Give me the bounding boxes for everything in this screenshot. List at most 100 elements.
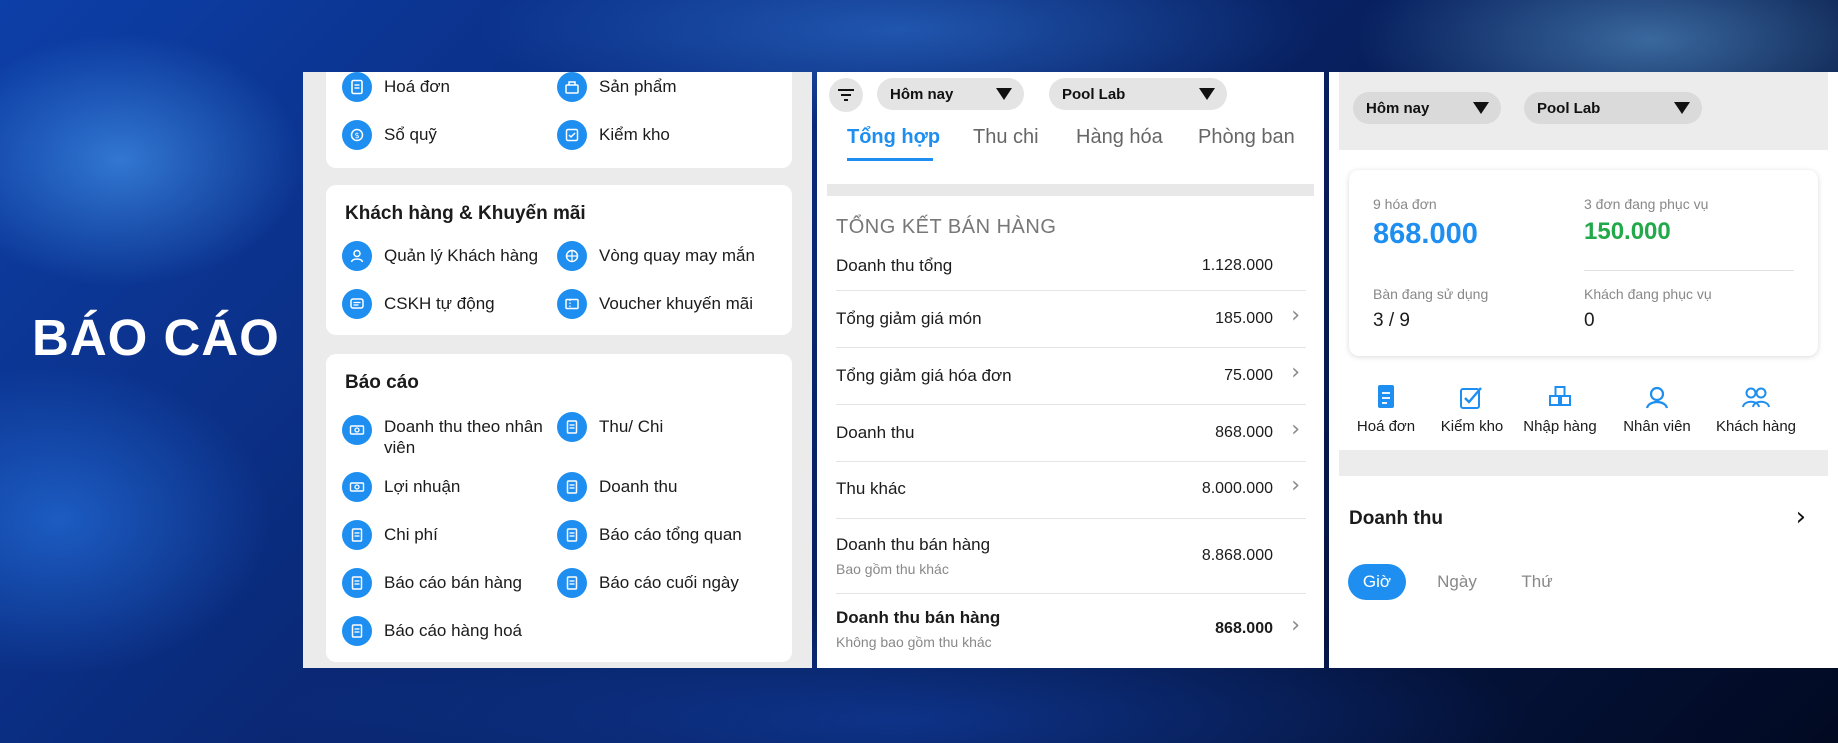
menu-item-sales-report[interactable]: Báo cáo bán hàng xyxy=(342,568,556,598)
summary-row-sales-revenue-excl[interactable]: Doanh thu bán hàng Không bao gồm thu khá… xyxy=(836,594,1306,668)
quick-action-label: Hoá đơn xyxy=(1356,418,1416,435)
menu-panel: Hoá đơn Sản phẩm $ Sổ quỹ Kiểm kho Khách… xyxy=(303,72,812,668)
menu-item-label: Voucher khuyến mãi xyxy=(599,294,754,313)
store-dropdown-value: Pool Lab xyxy=(1537,99,1601,117)
tab-department[interactable]: Phòng ban xyxy=(1198,126,1295,149)
store-dropdown-value: Pool Lab xyxy=(1062,85,1126,103)
quick-action-invoice[interactable]: Hoá đơn xyxy=(1341,382,1431,435)
segment-weekday[interactable]: Thứ xyxy=(1507,564,1567,600)
chevron-right-icon[interactable]: › xyxy=(1796,502,1806,532)
section-title: Khách hàng & Khuyến mãi xyxy=(345,203,586,224)
quick-action-customer[interactable]: Khách hàng xyxy=(1711,382,1801,435)
store-dropdown[interactable]: Pool Lab xyxy=(1049,78,1227,110)
quick-action-staff[interactable]: Nhân viên xyxy=(1612,382,1702,435)
dashboard-panel: Hôm nay Pool Lab 9 hóa đơn 868.000 3 đơn… xyxy=(1329,72,1838,668)
document-icon xyxy=(342,616,372,646)
row-value: 868.000 xyxy=(1215,424,1273,441)
voucher-icon xyxy=(557,289,587,319)
menu-item-label: Chi phí xyxy=(384,525,438,544)
revenue-section-title: Doanh thu xyxy=(1349,508,1443,529)
summary-row-item-discount[interactable]: Tổng giảm giá món 185.000 › xyxy=(836,291,1306,348)
row-value: 8.000.000 xyxy=(1201,480,1273,497)
report-card: Báo cáo Doanh thu theo nhân viên Thu/ Ch… xyxy=(326,354,792,662)
menu-item-inventory-check[interactable]: Kiểm kho xyxy=(557,120,771,150)
row-value: 75.000 xyxy=(1224,367,1273,384)
stats-divider xyxy=(1584,270,1794,271)
inventory-check-icon xyxy=(1457,382,1487,412)
staff-icon xyxy=(1642,382,1672,412)
menu-item-label: Lợi nhuận xyxy=(384,477,461,496)
menu-item-label: CSKH tự động xyxy=(384,294,495,313)
section-divider xyxy=(827,184,1314,196)
row-value: 8.868.000 xyxy=(1201,547,1273,564)
menu-item-auto-care[interactable]: CSKH tự động xyxy=(342,289,556,319)
tab-income-expense[interactable]: Thu chi xyxy=(973,126,1039,149)
menu-item-label: Doanh thu theo nhân viên xyxy=(384,417,543,457)
menu-item-label: Thu/ Chi xyxy=(599,417,664,436)
menu-item-revenue[interactable]: Doanh thu xyxy=(557,472,771,502)
menu-item-goods-report[interactable]: Báo cáo hàng hoá xyxy=(342,616,556,646)
menu-item-voucher[interactable]: Voucher khuyến mãi xyxy=(557,289,771,319)
menu-item-label: Quản lý Khách hàng xyxy=(384,246,539,265)
tab-summary[interactable]: Tổng hợp xyxy=(847,126,940,149)
menu-item-cost[interactable]: Chi phí xyxy=(342,520,556,550)
serving-orders-value: 150.000 xyxy=(1584,218,1671,245)
segment-day[interactable]: Ngày xyxy=(1421,564,1493,600)
period-dropdown[interactable]: Hôm nay xyxy=(877,78,1024,110)
menu-item-cashbook[interactable]: $ Sổ quỹ xyxy=(342,120,556,150)
auto-care-icon xyxy=(342,289,372,319)
menu-item-profit[interactable]: Lợi nhuận xyxy=(342,472,556,502)
period-dropdown-value: Hôm nay xyxy=(1366,99,1430,117)
tables-in-use-label: Bàn đang sử dụng xyxy=(1373,286,1489,302)
row-label: Thu khác xyxy=(836,479,906,498)
row-label: Tổng giảm giá hóa đơn xyxy=(836,366,1012,385)
menu-item-label: Vòng quay may mắn xyxy=(599,246,755,265)
caret-down-icon xyxy=(996,88,1012,100)
tables-in-use-value: 3 / 9 xyxy=(1373,310,1410,331)
section-divider xyxy=(1339,450,1828,476)
document-icon xyxy=(557,568,587,598)
period-dropdown[interactable]: Hôm nay xyxy=(1353,92,1501,124)
row-value: 185.000 xyxy=(1215,310,1273,327)
menu-item-product[interactable]: Sản phẩm xyxy=(557,72,771,102)
menu-item-invoice[interactable]: Hoá đơn xyxy=(342,72,556,102)
menu-item-lucky-wheel[interactable]: Vòng quay may mắn xyxy=(557,241,771,271)
page-headline: BÁO CÁO xyxy=(32,309,280,366)
menu-item-income-expense[interactable]: Thu/ Chi xyxy=(557,412,771,442)
quick-action-label: Nhập hàng xyxy=(1523,418,1597,435)
guests-serving-value: 0 xyxy=(1584,310,1595,331)
chevron-right-icon: › xyxy=(1291,303,1300,328)
caret-down-icon xyxy=(1199,88,1215,100)
menu-item-customer-manage[interactable]: Quản lý Khách hàng xyxy=(342,241,556,271)
invoice-count-label: 9 hóa đơn xyxy=(1373,196,1437,212)
summary-row-revenue[interactable]: Doanh thu 868.000 › xyxy=(836,405,1306,462)
quick-action-label: Khách hàng xyxy=(1715,418,1797,435)
tab-goods[interactable]: Hàng hóa xyxy=(1076,126,1163,149)
invoice-icon xyxy=(342,72,372,102)
filter-button[interactable] xyxy=(829,78,863,112)
lucky-wheel-icon xyxy=(557,241,587,271)
summary-row-other-income[interactable]: Thu khác 8.000.000 › xyxy=(836,462,1306,519)
quick-action-label: Nhân viên xyxy=(1623,418,1691,435)
cash-icon xyxy=(342,415,372,445)
row-label: Doanh thu bán hàng xyxy=(836,608,1001,627)
menu-item-label: Báo cáo hàng hoá xyxy=(384,621,523,640)
customer-promo-card: Khách hàng & Khuyến mãi Quản lý Khách hà… xyxy=(326,185,792,335)
menu-item-revenue-by-staff[interactable]: Doanh thu theo nhân viên xyxy=(342,412,556,458)
cashbook-icon: $ xyxy=(342,120,372,150)
menu-item-label: Sản phẩm xyxy=(599,77,677,96)
summary-row-invoice-discount[interactable]: Tổng giảm giá hóa đơn 75.000 › xyxy=(836,348,1306,405)
stats-card: 9 hóa đơn 868.000 3 đơn đang phục vụ 150… xyxy=(1349,170,1818,356)
row-label: Doanh thu bán hàng xyxy=(836,535,991,554)
quick-action-label: Kiểm kho xyxy=(1440,418,1504,435)
menu-item-label: Hoá đơn xyxy=(384,77,450,96)
quick-action-import-goods[interactable]: Nhập hàng xyxy=(1515,382,1605,435)
menu-item-overview-report[interactable]: Báo cáo tổng quan xyxy=(557,520,771,550)
row-label: Doanh thu tổng xyxy=(836,256,953,275)
menu-item-end-of-day-report[interactable]: Báo cáo cuối ngày xyxy=(557,568,771,598)
menu-item-label: Sổ quỹ xyxy=(384,125,437,144)
top-menu-card: Hoá đơn Sản phẩm $ Sổ quỹ Kiểm kho xyxy=(326,72,792,168)
store-dropdown[interactable]: Pool Lab xyxy=(1524,92,1702,124)
quick-action-inventory-check[interactable]: Kiểm kho xyxy=(1427,382,1517,435)
segment-hour[interactable]: Giờ xyxy=(1348,564,1406,600)
